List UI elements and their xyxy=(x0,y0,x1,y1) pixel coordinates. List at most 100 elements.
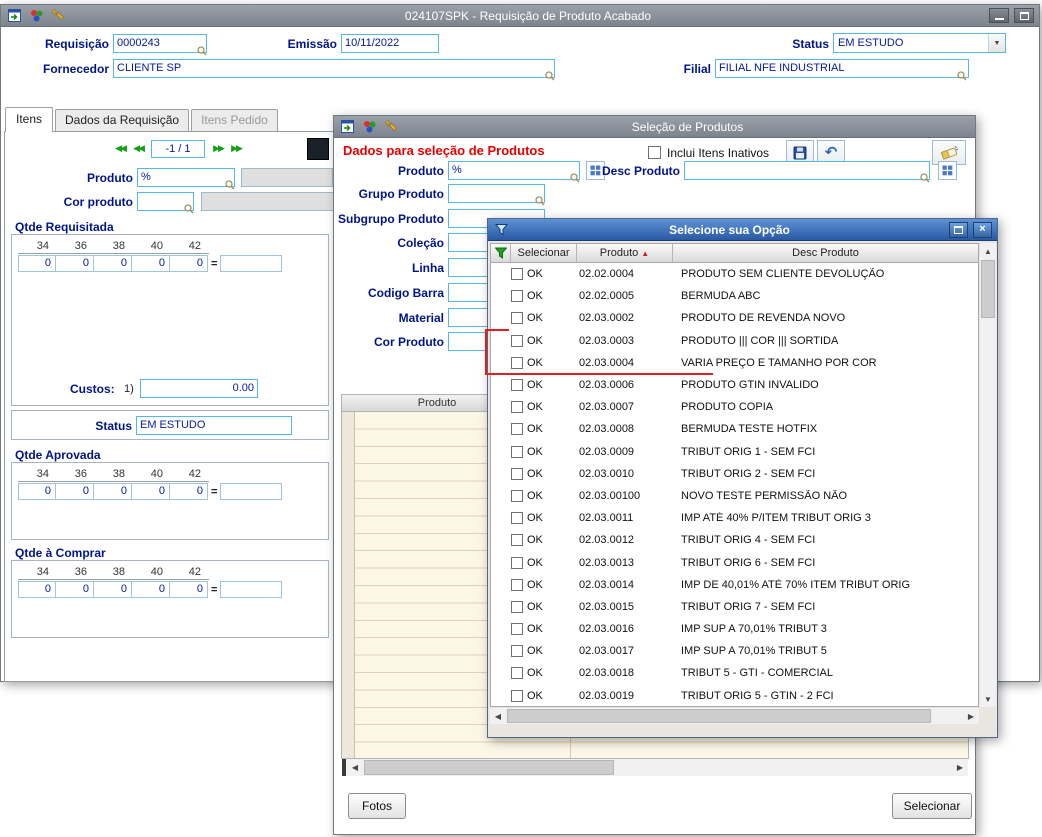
table-hscrollbar[interactable]: ◀ ▶ xyxy=(342,759,968,776)
filter-corner-cell[interactable] xyxy=(491,244,511,262)
row-checkbox-icon[interactable] xyxy=(511,623,523,635)
tab-itens[interactable]: Itens xyxy=(5,107,53,132)
table-row[interactable]: OK02.03.0010TRIBUT ORIG 2 - SEM FCI xyxy=(491,463,978,485)
nav-last-icon[interactable]: ▶▶ xyxy=(227,141,245,157)
lookup-icon[interactable] xyxy=(197,46,207,56)
requisicao-input[interactable]: 0000243 xyxy=(113,34,207,53)
size-total-cell[interactable] xyxy=(220,581,282,598)
fornecedor-input[interactable]: CLIENTE SP xyxy=(113,59,555,78)
size-qty-cell[interactable]: 0 xyxy=(18,581,56,598)
scroll-right-icon[interactable]: ▶ xyxy=(963,708,979,724)
status-combobox[interactable]: EM ESTUDO ▼ xyxy=(833,33,1006,53)
size-qty-cell[interactable]: 0 xyxy=(94,581,132,598)
hscroll-thumb[interactable] xyxy=(507,709,931,723)
lookup-icon[interactable] xyxy=(957,71,967,81)
nav-first-icon[interactable]: ◀◀ xyxy=(111,141,129,157)
fotos-button[interactable]: Fotos xyxy=(348,793,406,819)
size-total-cell[interactable] xyxy=(220,483,282,500)
table-row[interactable]: OK02.03.0017IMP SUP A 70,01% TRIBUT 5 xyxy=(491,640,978,662)
table-row[interactable]: OK02.02.0004PRODUTO SEM CLIENTE DEVOLUÇÃ… xyxy=(491,263,978,285)
scroll-down-icon[interactable]: ▼ xyxy=(980,691,996,707)
chevron-down-icon[interactable]: ▼ xyxy=(988,34,1005,52)
table-row[interactable]: OK02.03.0016IMP SUP A 70,01% TRIBUT 3 xyxy=(491,618,978,640)
exit-form-icon[interactable] xyxy=(6,7,23,24)
row-checkbox-icon[interactable] xyxy=(511,512,523,524)
table-row[interactable]: OK02.03.00100NOVO TESTE PERMISSÃO NÃO xyxy=(491,485,978,507)
table-row[interactable]: OK02.03.0013TRIBUT ORIG 6 - SEM FCI xyxy=(491,551,978,573)
row-checkbox-icon[interactable] xyxy=(511,690,523,702)
nav-prev-icon[interactable]: ◀◀ xyxy=(129,141,147,157)
scroll-left-icon[interactable]: ◀ xyxy=(347,759,363,776)
table-row[interactable]: OK02.03.0018TRIBUT 5 - GTI - COMERCIAL xyxy=(491,662,978,684)
produto-input[interactable]: % xyxy=(137,168,235,187)
size-qty-cell[interactable]: 0 xyxy=(170,255,208,272)
table-row[interactable]: OK02.03.0004VARIA PREÇO E TAMANHO POR CO… xyxy=(491,352,978,374)
table-row[interactable]: OK02.02.0005BERMUDA ABC xyxy=(491,285,978,307)
size-qty-cell[interactable]: 0 xyxy=(94,255,132,272)
table-row[interactable]: OK02.03.0019TRIBUT ORIG 5 - GTIN - 2 FCI xyxy=(491,685,978,707)
size-qty-cell[interactable]: 0 xyxy=(170,483,208,500)
row-checkbox-icon[interactable] xyxy=(511,312,523,324)
size-qty-cell[interactable]: 0 xyxy=(56,581,94,598)
splitter-handle[interactable] xyxy=(342,759,346,776)
grid-hscrollbar[interactable]: ◀ ▶ xyxy=(490,708,979,724)
row-checkbox-icon[interactable] xyxy=(511,490,523,502)
nav-next-icon[interactable]: ▶▶ xyxy=(209,141,227,157)
table-row[interactable]: OK02.03.0008BERMUDA TESTE HOTFIX xyxy=(491,418,978,440)
size-qty-cell[interactable]: 0 xyxy=(170,581,208,598)
size-total-cell[interactable] xyxy=(220,255,282,272)
row-checkbox-icon[interactable] xyxy=(511,534,523,546)
main-window-titlebar[interactable]: 024107SPK - Requisição de Produto Acabad… xyxy=(1,5,1039,27)
maximize-button[interactable] xyxy=(949,222,968,238)
selecionar-button[interactable]: Selecionar xyxy=(892,793,972,819)
table-row[interactable]: OK02.03.0011IMP ATÉ 40% P/ITEM TRIBUT OR… xyxy=(491,507,978,529)
table-row[interactable]: OK02.03.0007PRODUTO COPIA xyxy=(491,396,978,418)
tools-wrench-icon[interactable] xyxy=(50,7,67,24)
nav-extra-button[interactable] xyxy=(307,138,329,160)
vscroll-thumb[interactable] xyxy=(981,260,995,318)
table-row[interactable]: OK02.03.0015TRIBUT ORIG 7 - SEM FCI xyxy=(491,596,978,618)
row-checkbox-icon[interactable] xyxy=(511,423,523,435)
row-checkbox-icon[interactable] xyxy=(511,379,523,391)
produto-column-header[interactable]: Produto▲ xyxy=(577,244,673,262)
size-qty-cell[interactable]: 0 xyxy=(132,483,170,500)
selecionar-column-header[interactable]: Selecionar xyxy=(511,244,577,262)
size-qty-cell[interactable]: 0 xyxy=(132,255,170,272)
maximize-button[interactable] xyxy=(1014,8,1034,23)
desc-column-header[interactable]: Desc Produto xyxy=(673,244,978,262)
hscroll-thumb[interactable] xyxy=(364,760,614,775)
row-checkbox-icon[interactable] xyxy=(511,357,523,369)
grid-vscrollbar[interactable]: ▲ ▼ xyxy=(980,243,996,707)
table-row[interactable]: OK02.03.0012TRIBUT ORIG 4 - SEM FCI xyxy=(491,529,978,551)
row-checkbox-icon[interactable] xyxy=(511,335,523,347)
row-checkbox-icon[interactable] xyxy=(511,645,523,657)
emissao-input[interactable]: 10/11/2022 xyxy=(341,34,439,53)
row-checkbox-icon[interactable] xyxy=(511,579,523,591)
size-qty-cell[interactable]: 0 xyxy=(18,483,56,500)
row-checkbox-icon[interactable] xyxy=(511,667,523,679)
table-row[interactable]: OK02.03.0003PRODUTO ||| COR ||| SORTIDA xyxy=(491,330,978,352)
size-qty-cell[interactable]: 0 xyxy=(56,255,94,272)
table-row[interactable]: OK02.03.0014IMP DE 40,01% ATÉ 70% ITEM T… xyxy=(491,574,978,596)
size-qty-cell[interactable]: 0 xyxy=(56,483,94,500)
row-checkbox-icon[interactable] xyxy=(511,268,523,280)
tab-dados-da-requisicao[interactable]: Dados da Requisição xyxy=(55,109,189,131)
row-checkbox-icon[interactable] xyxy=(511,401,523,413)
row-checkbox-icon[interactable] xyxy=(511,557,523,569)
lookup-icon[interactable] xyxy=(184,204,194,214)
scroll-right-icon[interactable]: ▶ xyxy=(952,759,968,776)
row-checkbox-icon[interactable] xyxy=(511,468,523,480)
custos-input[interactable]: 0.00 xyxy=(140,379,258,398)
options-icon[interactable] xyxy=(28,7,45,24)
lookup-icon[interactable] xyxy=(545,71,555,81)
table-row[interactable]: OK02.03.0009TRIBUT ORIG 1 - SEM FCI xyxy=(491,441,978,463)
size-qty-cell[interactable]: 0 xyxy=(132,581,170,598)
lookup-icon[interactable] xyxy=(535,196,545,206)
filial-input[interactable]: FILIAL NFE INDUSTRIAL xyxy=(715,59,969,78)
row-checkbox-icon[interactable] xyxy=(511,601,523,613)
close-button[interactable]: × xyxy=(973,222,992,238)
size-qty-cell[interactable]: 0 xyxy=(18,255,56,272)
size-qty-cell[interactable]: 0 xyxy=(94,483,132,500)
table-row[interactable]: OK02.03.0002PRODUTO DE REVENDA NOVO xyxy=(491,307,978,329)
row-checkbox-icon[interactable] xyxy=(511,290,523,302)
